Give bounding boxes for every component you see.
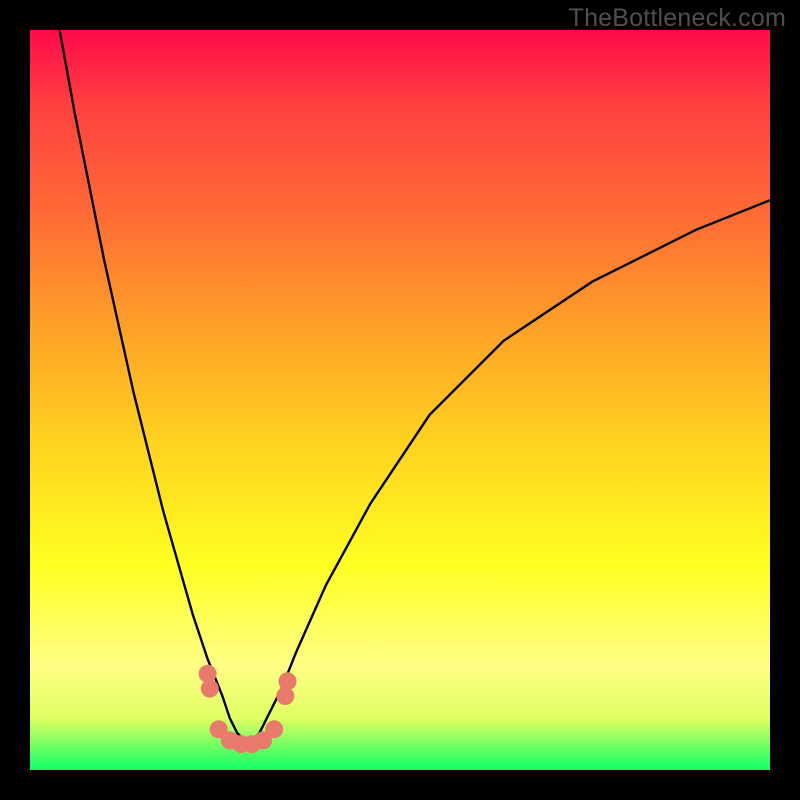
chart-root: TheBottleneck.com (0, 0, 800, 800)
highlight-dot (201, 680, 219, 698)
watermark-text: TheBottleneck.com (569, 4, 786, 33)
curve-layer (30, 30, 770, 770)
highlight-dot (265, 720, 283, 738)
highlight-markers (199, 665, 297, 753)
plot-area (30, 30, 770, 770)
v-curve-path (60, 30, 770, 740)
highlight-dot (279, 672, 297, 690)
